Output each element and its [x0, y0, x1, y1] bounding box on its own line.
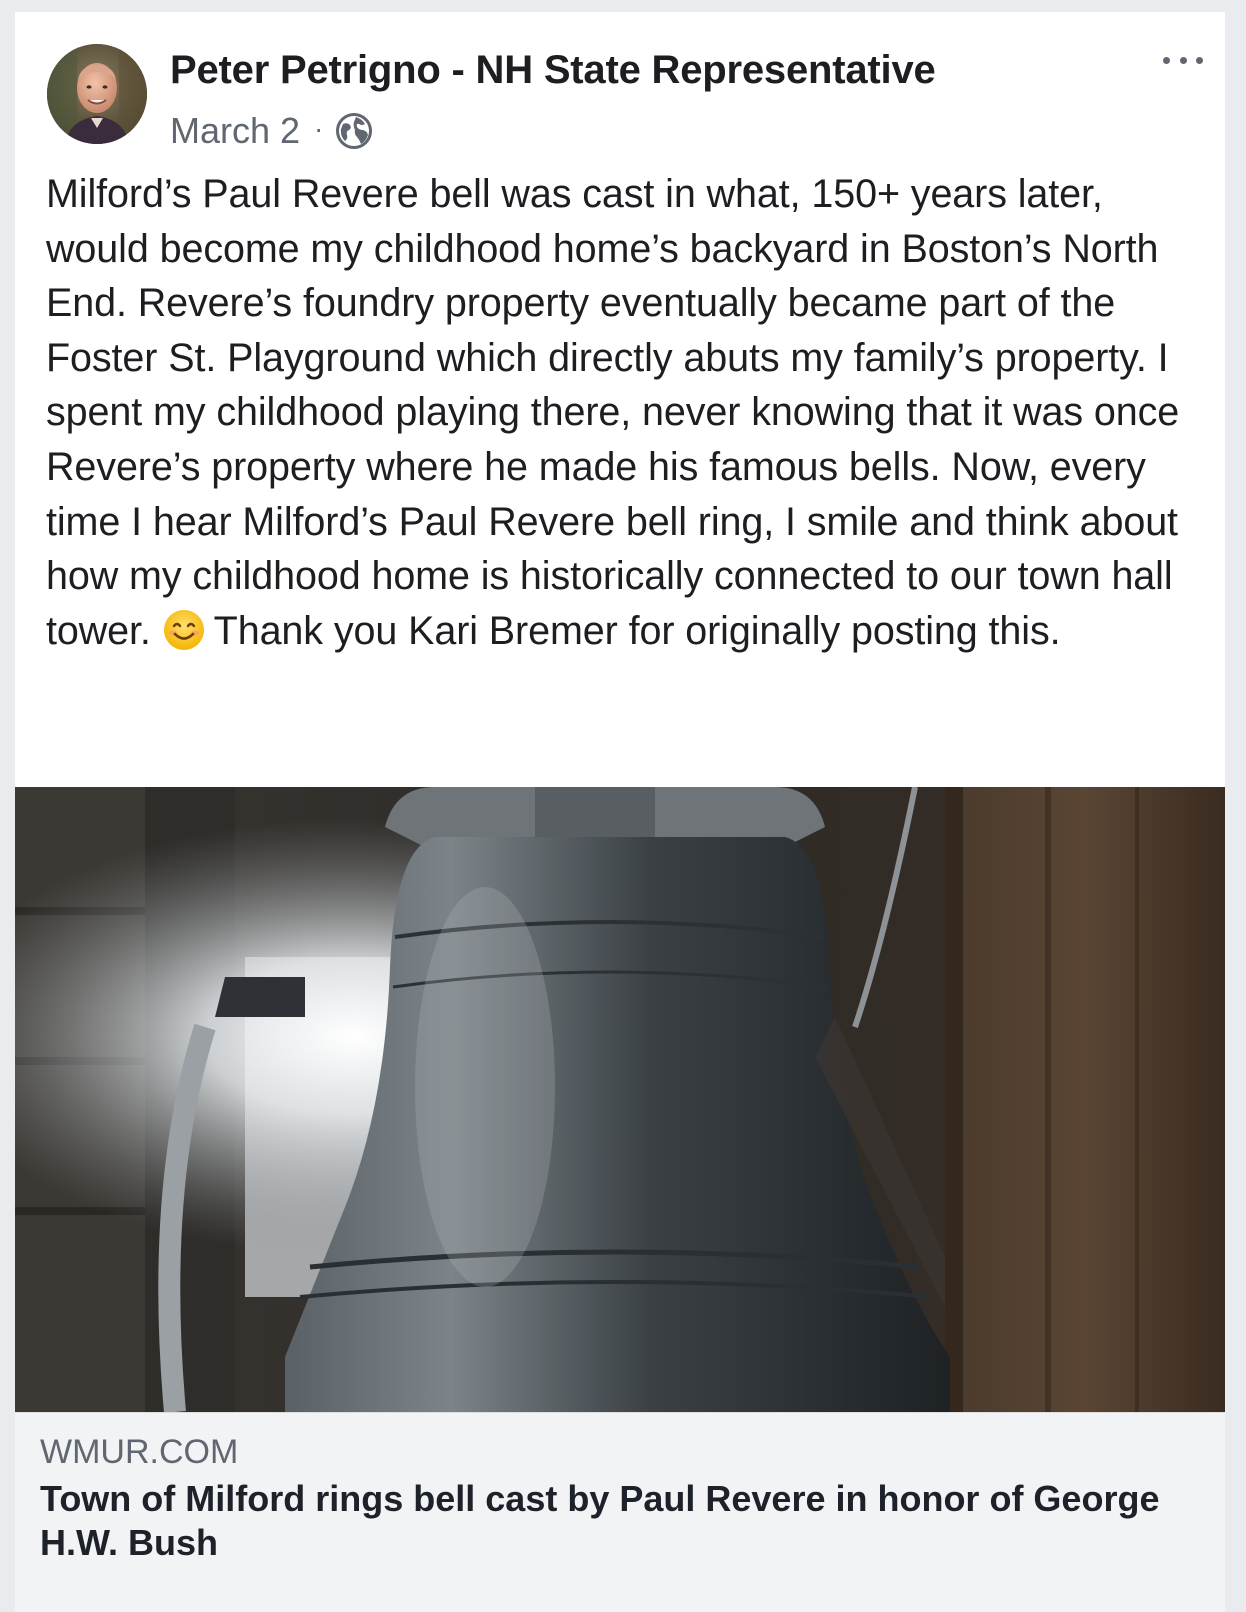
globe-icon[interactable]: [335, 112, 373, 150]
meta-separator: ·: [314, 113, 324, 144]
post-text-part-2: Thank you Kari Bremer for originally pos…: [213, 608, 1061, 653]
post-photo[interactable]: [15, 787, 1225, 1412]
link-domain: WMUR.COM: [40, 1433, 239, 1471]
link-title[interactable]: Town of Milford rings bell cast by Paul …: [40, 1477, 1200, 1565]
post-card: Peter Petrigno - NH State Representative…: [15, 12, 1225, 1612]
post-text-part-1: Milford’s Paul Revere bell was cast in w…: [46, 172, 1180, 653]
post-meta: March 2 ·: [170, 110, 373, 152]
author-avatar[interactable]: [47, 44, 147, 144]
post-text: Milford’s Paul Revere bell was cast in w…: [46, 167, 1196, 658]
smiling-face-emoji-icon: [162, 608, 206, 652]
more-dot: [1179, 56, 1187, 64]
more-options-icon[interactable]: [1163, 50, 1203, 70]
author-name[interactable]: Peter Petrigno - NH State Representative: [170, 48, 936, 93]
more-dot: [1163, 56, 1170, 64]
more-dot: [1196, 56, 1203, 64]
post-date[interactable]: March 2: [170, 110, 300, 152]
link-preview[interactable]: WMUR.COM Town of Milford rings bell cast…: [15, 1412, 1225, 1612]
